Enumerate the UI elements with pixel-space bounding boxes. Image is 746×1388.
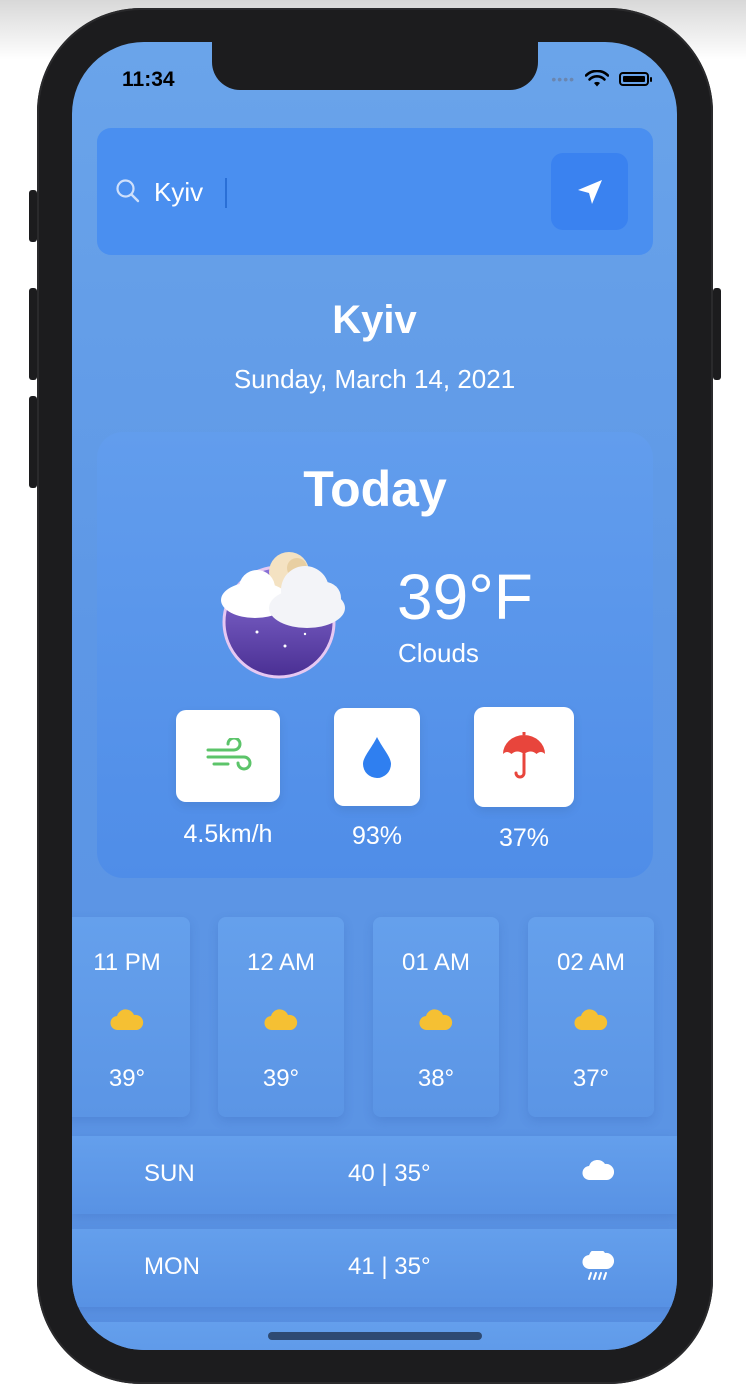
app-screen: 11:34 •••• Kyiv Sunday, March 14, 2021 T… — [72, 42, 677, 1350]
hourly-temperature: 39° — [262, 1065, 300, 1092]
precipitation-value: 37% — [498, 824, 550, 852]
search-icon — [116, 179, 140, 203]
notch — [212, 42, 538, 90]
hourly-card: 02 AM 37° — [528, 917, 654, 1117]
weather-condition: Clouds — [398, 638, 479, 668]
text-caret — [225, 178, 227, 208]
hourly-time: 02 AM — [556, 949, 626, 976]
wind-icon — [206, 738, 252, 771]
daily-day: MON — [144, 1253, 200, 1280]
daily-row: MON 41 | 35° — [72, 1229, 677, 1307]
cloud-icon — [419, 1009, 453, 1031]
humidity-card — [334, 708, 420, 806]
volume-down-button — [29, 396, 37, 488]
hourly-card: 12 AM 39° — [218, 917, 344, 1117]
volume-up-button — [29, 288, 37, 380]
rain-cloud-icon — [582, 1251, 614, 1280]
humidity-drop-icon — [363, 737, 391, 778]
today-card: Today 39°F Clouds 4.5km/h 93% 37% — [97, 432, 653, 878]
current-location-button[interactable] — [551, 153, 628, 230]
signal-icon: •••• — [551, 71, 575, 87]
precipitation-card — [474, 707, 574, 807]
wifi-icon — [585, 70, 609, 87]
search-bar — [97, 128, 653, 255]
current-date: Sunday, March 14, 2021 — [233, 364, 516, 394]
humidity-value: 93% — [351, 822, 403, 850]
power-button — [713, 288, 721, 380]
cloud-icon — [582, 1160, 614, 1181]
today-title: Today — [303, 461, 447, 517]
hourly-temperature: 38° — [417, 1065, 455, 1092]
hourly-time: 11 PM — [93, 949, 161, 976]
hourly-temperature: 39° — [108, 1065, 146, 1092]
current-temperature: 39°F — [397, 561, 533, 633]
silent-switch — [29, 190, 37, 242]
daily-temperature: 41 | 35° — [348, 1253, 431, 1280]
hourly-card: 11 PM 39° — [72, 917, 190, 1117]
hourly-time: 12 AM — [246, 949, 316, 976]
home-indicator[interactable] — [268, 1332, 482, 1340]
search-input[interactable] — [152, 168, 536, 216]
night-clouds-icon — [221, 552, 345, 679]
wind-card — [176, 710, 280, 802]
status-time: 11:34 — [122, 68, 175, 91]
daily-temperature: 40 | 35° — [348, 1160, 431, 1187]
umbrella-icon — [503, 732, 545, 779]
hourly-card: 01 AM 38° — [373, 917, 499, 1117]
wind-speed-value: 4.5km/h — [183, 820, 273, 848]
hourly-time: 01 AM — [401, 949, 471, 976]
daily-row: SUN 40 | 35° — [72, 1136, 677, 1214]
hourly-temperature: 37° — [572, 1065, 610, 1092]
cloud-icon — [574, 1009, 608, 1031]
location-arrow-icon — [577, 179, 602, 204]
daily-day: SUN — [144, 1160, 195, 1187]
battery-icon — [619, 72, 652, 86]
city-name: Kyiv — [332, 298, 417, 342]
status-indicators: •••• — [551, 70, 652, 88]
cloud-icon — [110, 1009, 144, 1031]
cloud-icon — [264, 1009, 298, 1031]
